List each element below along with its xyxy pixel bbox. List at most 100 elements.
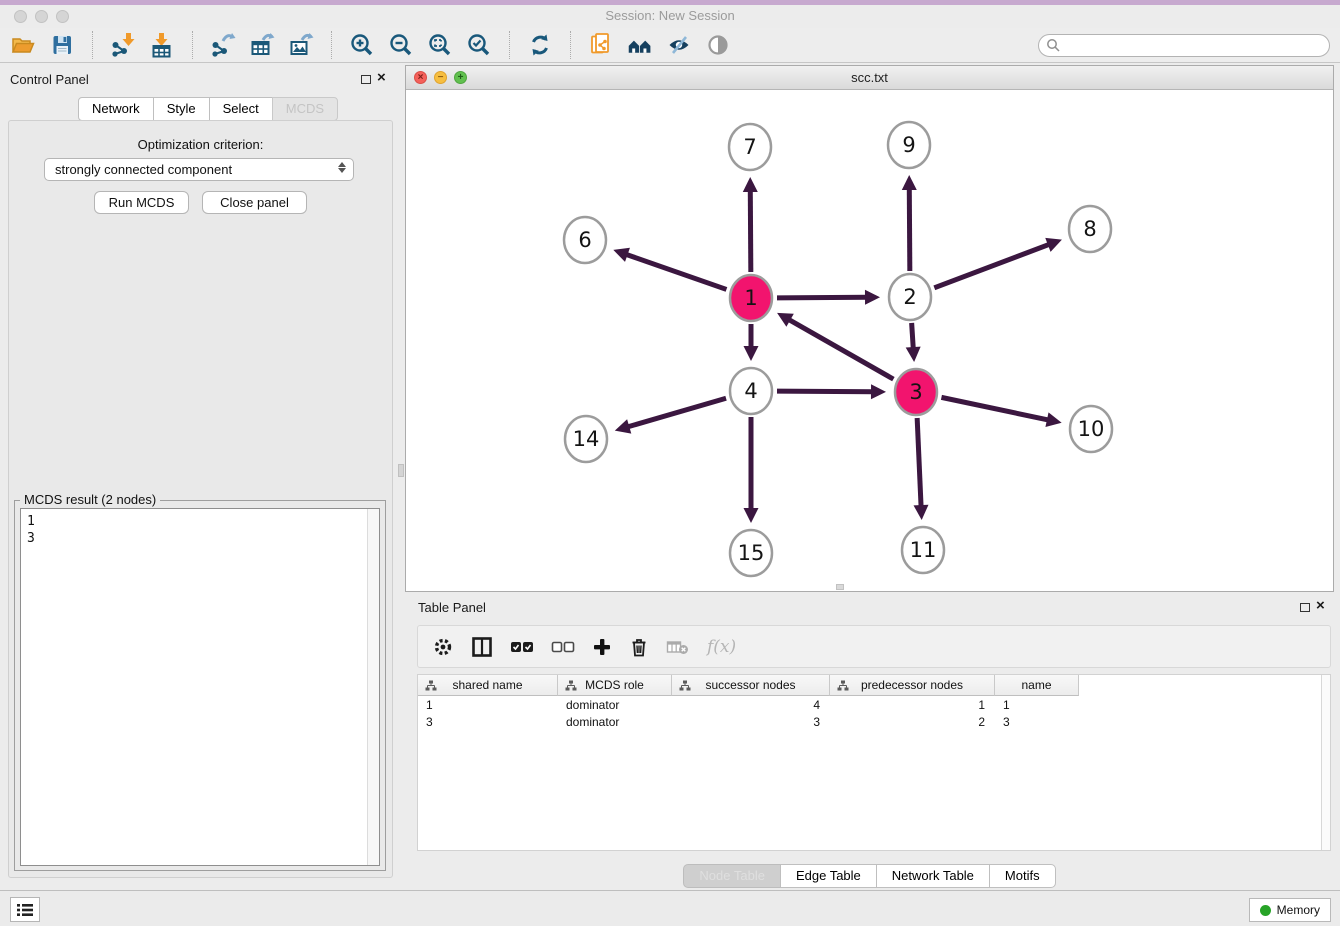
task-history-button[interactable] [10, 897, 40, 922]
first-neighbors-icon[interactable] [627, 32, 653, 58]
tab-mcds[interactable]: MCDS [272, 97, 338, 121]
zoom-in-icon[interactable] [349, 32, 375, 58]
graph-edge-3-10[interactable] [941, 397, 1061, 427]
graph-edge-3-1[interactable] [777, 313, 893, 379]
show-all-icon[interactable] [705, 32, 731, 58]
graph-node-15[interactable]: 15 [730, 530, 772, 576]
network-maximize-button[interactable]: + [454, 71, 467, 84]
graph-edge-1-4[interactable] [744, 324, 759, 361]
graph-edge-2-9[interactable] [902, 175, 917, 271]
run-mcds-button[interactable]: Run MCDS [94, 191, 189, 214]
mcds-result-textarea[interactable]: 1 3 [20, 508, 380, 866]
table-cell[interactable]: 4 [672, 698, 830, 712]
delete-table-icon[interactable] [666, 635, 690, 659]
deselect-all-columns-icon[interactable] [551, 635, 575, 659]
network-window-titlebar[interactable]: × − + scc.txt [406, 66, 1333, 90]
graph-node-8[interactable]: 8 [1069, 206, 1111, 252]
table-panel-close-button[interactable]: × [1316, 597, 1325, 614]
graph-edge-2-3[interactable] [906, 323, 921, 362]
control-panel-close-button[interactable]: × [377, 69, 386, 86]
refresh-icon[interactable] [527, 32, 553, 58]
select-all-columns-icon[interactable] [510, 635, 534, 659]
table-row[interactable]: 1dominator411 [418, 696, 1330, 713]
function-builder-icon[interactable]: f(x) [707, 635, 736, 659]
zoom-fit-icon[interactable] [427, 32, 453, 58]
export-table-icon[interactable] [249, 32, 275, 58]
graph-edge-1-7[interactable] [743, 177, 758, 272]
tab-motifs[interactable]: Motifs [989, 864, 1056, 888]
show-columns-icon[interactable] [471, 635, 493, 659]
tab-network[interactable]: Network [78, 97, 154, 121]
network-minimize-button[interactable]: − [434, 71, 447, 84]
delete-column-icon[interactable] [629, 635, 649, 659]
graph-node-4[interactable]: 4 [730, 368, 772, 414]
import-network-icon[interactable] [110, 32, 136, 58]
column-header-name[interactable]: name [995, 675, 1079, 696]
column-header-MCDS-role[interactable]: MCDS role [558, 675, 672, 696]
graph-edge-1-2[interactable] [777, 290, 880, 305]
tab-select[interactable]: Select [209, 97, 273, 121]
main-titlebar[interactable]: Session: New Session [0, 5, 1340, 28]
table-cell[interactable]: 3 [418, 715, 558, 729]
canvas-resize-handle[interactable] [836, 584, 844, 590]
network-from-file-icon[interactable] [588, 32, 614, 58]
graph-edge-4-3[interactable] [777, 384, 886, 399]
table-cell[interactable]: dominator [558, 698, 672, 712]
network-view-window: × − + scc.txt 7 9 6 8 1 2 4 3 14 10 15 11 [405, 65, 1334, 592]
graph-edge-4-15[interactable] [744, 417, 759, 523]
column-header-predecessor-nodes[interactable]: predecessor nodes [830, 675, 995, 696]
main-toolbar [0, 28, 1340, 63]
table-row[interactable]: 3dominator323 [418, 713, 1330, 730]
graph-edge-4-14[interactable] [615, 398, 726, 433]
graph-edge-3-11[interactable] [914, 418, 929, 520]
zoom-out-icon[interactable] [388, 32, 414, 58]
add-column-icon[interactable] [592, 635, 612, 659]
graph-node-11[interactable]: 11 [902, 527, 944, 573]
table-panel-float-button[interactable] [1300, 603, 1310, 612]
table-cell[interactable]: 3 [995, 715, 1079, 729]
table-cell[interactable]: 2 [830, 715, 995, 729]
table-cell[interactable]: 1 [995, 698, 1079, 712]
tab-network-table[interactable]: Network Table [876, 864, 990, 888]
graph-node-10[interactable]: 10 [1070, 406, 1112, 452]
graph-edge-2-8[interactable] [934, 238, 1062, 288]
column-header-successor-nodes[interactable]: successor nodes [672, 675, 830, 696]
memory-button[interactable]: Memory [1249, 898, 1331, 922]
criterion-dropdown[interactable]: strongly connected component [44, 158, 354, 181]
table-scrollbar[interactable] [1321, 675, 1330, 850]
graph-node-2[interactable]: 2 [889, 274, 931, 320]
open-session-icon[interactable] [10, 32, 36, 58]
column-header-shared-name[interactable]: shared name [418, 675, 558, 696]
chevron-up-down-icon [338, 162, 346, 173]
table-cell[interactable]: dominator [558, 715, 672, 729]
graph-node-7[interactable]: 7 [729, 124, 771, 170]
tab-node-table[interactable]: Node Table [683, 864, 781, 888]
close-panel-button[interactable]: Close panel [202, 191, 307, 214]
graph-node-3[interactable]: 3 [895, 369, 937, 415]
graph-node-14[interactable]: 14 [565, 416, 607, 462]
table-cell[interactable]: 1 [830, 698, 995, 712]
toolbar-separator [570, 31, 571, 59]
tab-edge-table[interactable]: Edge Table [780, 864, 877, 888]
table-cell[interactable]: 3 [672, 715, 830, 729]
graph-node-9[interactable]: 9 [888, 122, 930, 168]
result-scrollbar[interactable] [367, 509, 379, 865]
graph-node-1[interactable]: 1 [730, 275, 772, 321]
export-network-icon[interactable] [210, 32, 236, 58]
tab-style[interactable]: Style [153, 97, 210, 121]
hide-selected-icon[interactable] [666, 32, 692, 58]
control-panel-float-button[interactable] [361, 75, 371, 84]
network-close-button[interactable]: × [414, 71, 427, 84]
search-input[interactable] [1038, 34, 1330, 57]
zoom-selected-icon[interactable] [466, 32, 492, 58]
panel-divider-handle[interactable] [398, 464, 404, 477]
export-image-icon[interactable] [288, 32, 314, 58]
graph-edge-1-6[interactable] [613, 248, 726, 290]
network-graph[interactable]: 7 9 6 8 1 2 4 3 14 10 15 11 [406, 90, 1333, 591]
graph-node-6[interactable]: 6 [564, 217, 606, 263]
table-cell[interactable]: 1 [418, 698, 558, 712]
import-table-icon[interactable] [149, 32, 175, 58]
save-session-icon[interactable] [49, 32, 75, 58]
control-panel-title: Control Panel [10, 72, 89, 87]
table-settings-icon[interactable] [432, 635, 454, 659]
